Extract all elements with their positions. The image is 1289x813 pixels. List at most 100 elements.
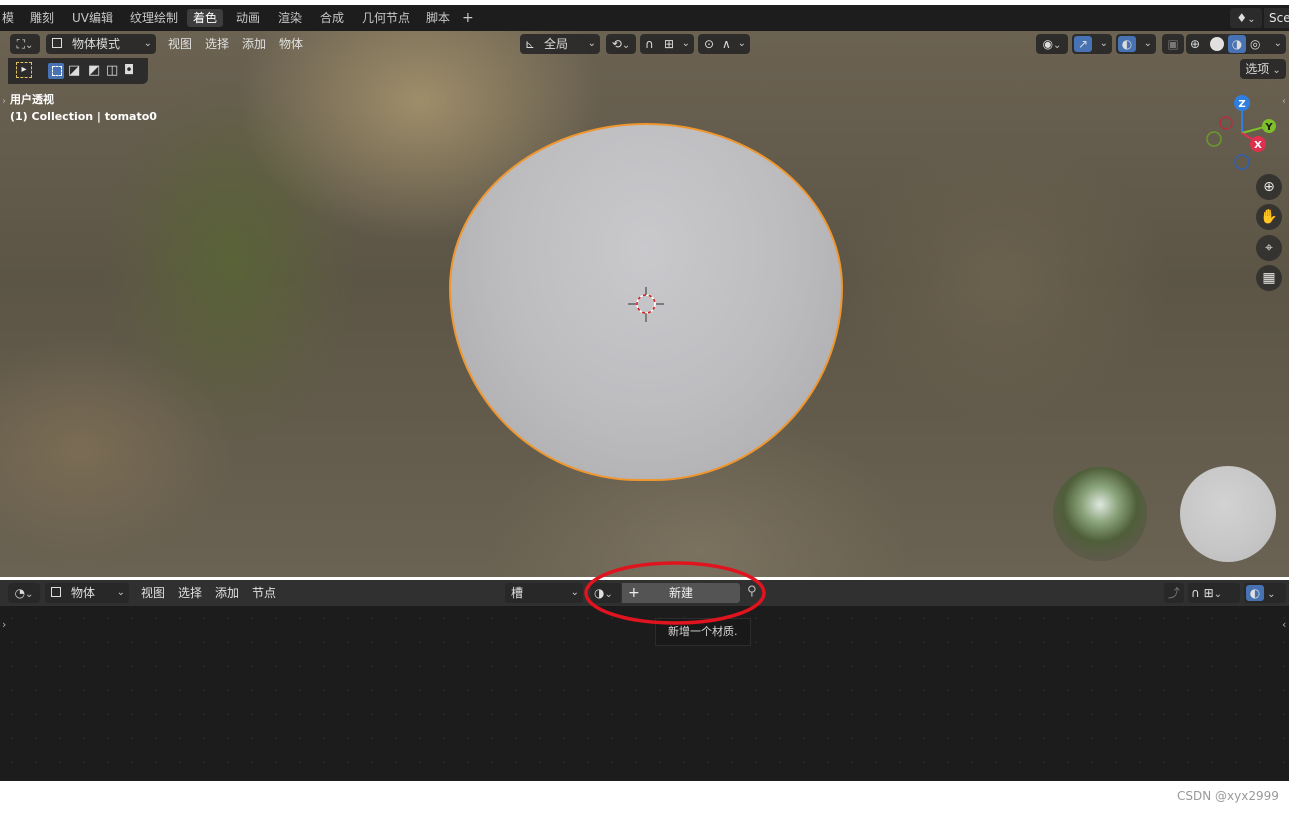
gizmo-toggle[interactable]: ↗ ⌄ [1072,34,1112,54]
navigation-gizmo[interactable]: Z Y X [1198,93,1282,175]
node-editor-canvas[interactable]: › ‹ 新增一个材质. [0,606,1289,781]
zoom-icon[interactable]: ⊕ [1256,174,1282,200]
chevron-down-icon: ⌄ [1143,38,1152,49]
tab-geometry-nodes[interactable]: 几何节点 [356,9,416,27]
tab-texture-paint[interactable]: 纹理绘制 [124,9,184,27]
parent-node-tree-button[interactable]: ⤴ [1164,583,1184,603]
visibility-button[interactable]: ◉⌄ [1036,34,1068,54]
transform-orientation-dropdown[interactable]: ⊾ 全局 ⌄ [520,34,600,54]
node-snap-controls[interactable]: ∩ ⊞⌄ [1188,583,1240,603]
3d-cursor-icon[interactable] [626,287,666,323]
proportional-edit-controls[interactable]: ⊙ ∧ ⌄ [698,34,750,54]
workspace-tabs-bar: 模 雕刻 UV编辑 纹理绘制 着色 动画 渲染 合成 几何节点 脚本 + ♦⌄ … [0,5,1289,31]
overlay-toggle[interactable]: ◐ ⌄ [1116,34,1156,54]
overlay-icon[interactable]: ◐ [1118,36,1136,52]
add-workspace-button[interactable]: + [456,9,480,27]
snap-grid-icon[interactable]: ⊞ [1204,586,1214,600]
shader-type-label: 物体 [71,586,96,600]
scene-selector-button[interactable]: ♦⌄ [1230,8,1262,28]
select-subtract-icon[interactable]: ◩ [88,63,100,78]
tab-modeling[interactable]: 模 [0,9,20,27]
proportional-edit-icon[interactable]: ⊙ [704,34,714,54]
orientation-axes-icon: ⊾ [525,37,536,51]
select-new-glyph [52,66,62,76]
select-intersect-icon[interactable]: ◘ [124,63,134,78]
select-extend-icon[interactable]: ◪ [68,63,80,78]
tab-shading[interactable]: 着色 [187,9,224,27]
node-menu-add[interactable]: 添加 [215,583,239,603]
options-dropdown[interactable]: 选项 ⌄ [1240,59,1286,79]
menu-add[interactable]: 添加 [242,34,266,54]
chevron-down-icon: ⌄ [681,38,690,49]
parent-arrow-icon: ⤴ [1168,586,1181,600]
snap-target-icon[interactable]: ⊞ [664,34,674,54]
tab-scripting[interactable]: 脚本 [420,9,456,27]
falloff-curve-icon[interactable]: ∧ [722,34,731,54]
tab-rendering[interactable]: 渲染 [272,9,308,27]
perspective-grid-icon[interactable]: ▦ [1256,265,1282,291]
orientation-label: 全局 [544,37,569,51]
tab-compositing[interactable]: 合成 [314,9,350,27]
slot-label: 槽 [511,586,524,600]
xray-toggle[interactable]: ▣ [1162,34,1184,54]
select-difference-icon[interactable]: ◫ [106,63,118,78]
select-cursor-icon[interactable]: ▸ [16,62,32,78]
tab-uv-editing[interactable]: UV编辑 [66,9,119,27]
node-menu-view[interactable]: 视图 [141,583,165,603]
viewport-editor-icon: ⛶ [16,37,25,51]
node-overlay-toggle[interactable]: ◐ ⌄ [1244,583,1286,603]
editor-type-button[interactable]: ⛶⌄ [10,34,40,54]
chevron-down-icon: ⌄ [25,40,34,51]
object-icon [51,587,61,597]
material-preview-icon[interactable]: ◑ [1228,35,1246,53]
chevron-down-icon: ⌄ [25,589,34,600]
camera-view-icon[interactable]: ⌖ [1256,235,1282,261]
pivot-point-button[interactable]: ⟲⌄ [606,34,636,54]
collection-info-label: (1) Collection | tomato0 [10,110,157,123]
object-mode-icon [52,38,62,48]
menu-select[interactable]: 选择 [205,34,229,54]
rendered-shading-icon[interactable]: ◎ [1250,34,1260,54]
tab-animation[interactable]: 动画 [230,9,266,27]
pivot-icon: ⟲ [611,37,622,51]
toolbar-expand-icon[interactable]: › [2,96,6,107]
chevron-down-icon: ⌄ [116,587,125,598]
material-slot-dropdown[interactable]: 槽 ⌄ [505,583,583,603]
scene-name-field[interactable]: Sce [1264,8,1289,28]
sidebar-expand-icon[interactable]: ‹ [1282,96,1286,107]
overlay-icon[interactable]: ◐ [1246,585,1264,601]
node-menu-node[interactable]: 节点 [252,583,276,603]
pan-hand-icon[interactable]: ✋ [1256,204,1282,230]
scene-icon: ♦ [1236,11,1248,25]
node-menu-select[interactable]: 选择 [178,583,202,603]
shader-type-dropdown[interactable]: 物体 ⌄ [45,583,129,603]
gizmo-z-label: Z [1238,99,1245,110]
toolbar-expand-icon[interactable]: › [2,618,6,631]
mode-selector[interactable]: 物体模式 ⌄ [46,34,156,54]
snap-controls[interactable]: ∩ ⊞ ⌄ [640,34,694,54]
view-name-label: 用户透视 [10,93,54,106]
editor-type-button[interactable]: ◔⌄ [8,583,40,603]
wireframe-shading-icon[interactable]: ⊕ [1190,34,1200,54]
sidebar-expand-icon[interactable]: ‹ [1282,618,1286,631]
solid-shading-icon[interactable] [1210,37,1224,51]
shading-mode-group[interactable]: ⊕ ◑ ◎ ⌄ [1186,34,1286,54]
hdri-chrome-sphere [1053,467,1147,561]
hdri-diffuse-sphere [1180,466,1276,562]
tab-sculpting[interactable]: 雕刻 [24,9,60,27]
3d-viewport[interactable]: ⛶⌄ 物体模式 ⌄ 视图 选择 添加 物体 ⊾ 全局 ⌄ ⟲⌄ ∩ ⊞ ⌄ ⊙ … [0,31,1289,577]
shader-editor-icon: ◔ [14,586,26,600]
chevron-down-icon: ⌄ [621,40,631,51]
selection-tool-row: ▸ ◪ ◩ ◫ ◘ [8,58,148,84]
chevron-down-icon: ⌄ [143,38,152,49]
gizmo-icon[interactable]: ↗ [1074,36,1092,52]
watermark-text: CSDN @xyx2999 [1177,789,1279,803]
chevron-down-icon: ⌄ [1247,14,1256,25]
options-label: 选项 [1245,62,1270,76]
menu-object[interactable]: 物体 [279,34,303,54]
snap-magnet-icon[interactable]: ∩ [645,34,654,54]
menu-view[interactable]: 视图 [168,34,192,54]
snap-magnet-icon[interactable]: ∩ [1191,586,1200,600]
xray-icon: ▣ [1167,37,1179,51]
gizmo-y-label: Y [1264,122,1273,133]
